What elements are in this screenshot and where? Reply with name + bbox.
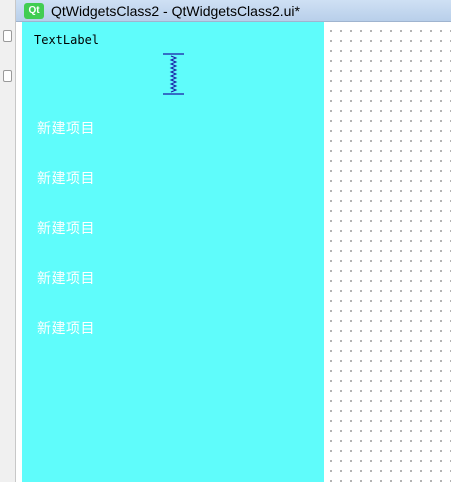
list-item[interactable]: 新建项目 xyxy=(37,118,95,138)
list-item[interactable]: 新建项目 xyxy=(37,218,95,238)
vertical-spacer-icon[interactable] xyxy=(163,53,184,95)
frame-handle[interactable] xyxy=(3,30,12,42)
frame-handle[interactable] xyxy=(3,70,12,82)
title-bar[interactable]: Qt QtWidgetsClass2 - QtWidgetsClass2.ui* xyxy=(16,0,451,22)
designer-form-window: Qt QtWidgetsClass2 - QtWidgetsClass2.ui*… xyxy=(0,0,451,482)
qt-logo-icon: Qt xyxy=(24,2,44,19)
list-item[interactable]: 新建项目 xyxy=(37,318,95,338)
left-frame-strip xyxy=(0,0,16,482)
qt-logo-text: Qt xyxy=(28,4,40,16)
text-label[interactable]: TextLabel xyxy=(34,33,99,47)
window-title: QtWidgetsClass2 - QtWidgetsClass2.ui* xyxy=(51,2,300,19)
list-item[interactable]: 新建项目 xyxy=(37,168,95,188)
list-item[interactable]: 新建项目 xyxy=(37,268,95,288)
